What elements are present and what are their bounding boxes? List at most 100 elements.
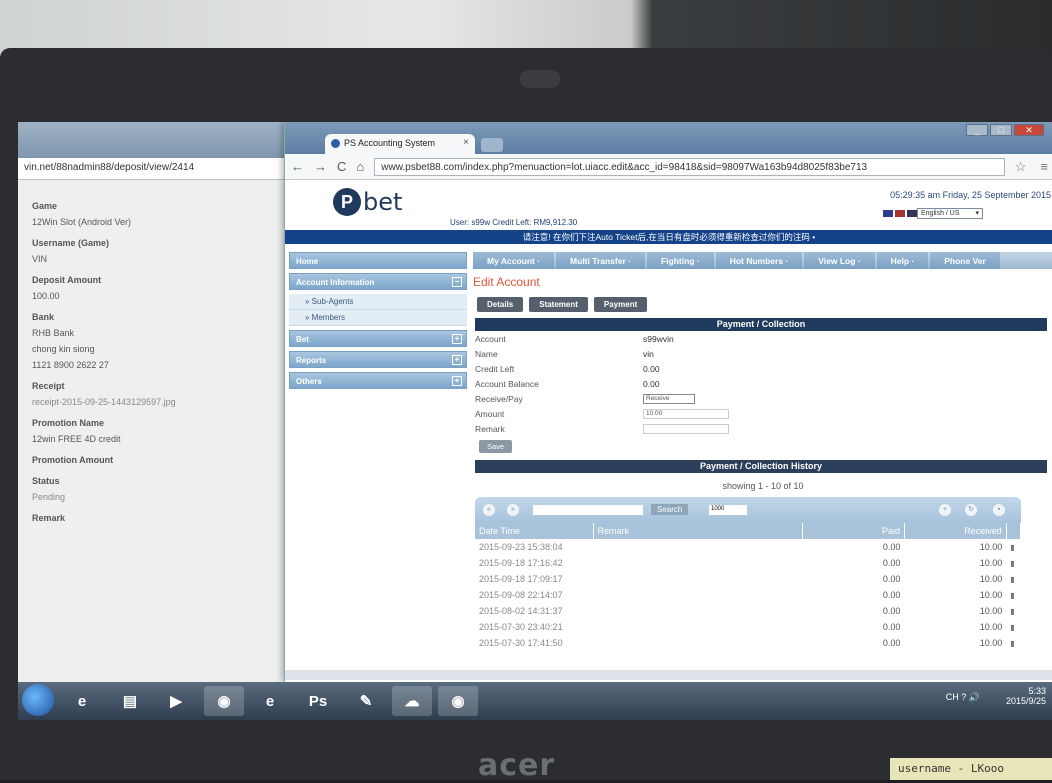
receipt-link[interactable]: receipt-2015-09-25-1443129597.jpg bbox=[32, 397, 287, 407]
table-row[interactable]: 2015-07-30 23:40:21 0.00 10.00 ▮ bbox=[475, 619, 1021, 635]
col-received[interactable]: Received bbox=[904, 523, 1007, 539]
expand-icon[interactable]: + bbox=[452, 376, 462, 386]
table-row[interactable]: 2015-09-18 17:09:17 0.00 10.00 ▮ bbox=[475, 571, 1021, 587]
menu-phone-ver[interactable]: Phone Ver bbox=[930, 252, 1000, 269]
back-icon[interactable]: ← bbox=[291, 159, 304, 174]
bookmark-star-icon[interactable]: ☆ bbox=[1015, 159, 1027, 175]
menu-my-account[interactable]: My Account · bbox=[473, 252, 555, 269]
reload-icon[interactable]: C bbox=[337, 159, 346, 174]
flag-icon[interactable] bbox=[895, 210, 905, 217]
table-row[interactable]: 2015-08-02 14:31:37 0.00 10.00 ▮ bbox=[475, 603, 1021, 619]
browser-tab[interactable]: PS Accounting System × bbox=[325, 134, 475, 154]
ie-icon[interactable]: e bbox=[250, 686, 290, 716]
wechat-icon[interactable]: ☁ bbox=[392, 686, 432, 716]
remark-input[interactable] bbox=[643, 423, 729, 434]
sidebar-item-label: Sub-Agents bbox=[311, 297, 354, 306]
minimize-button[interactable]: _ bbox=[966, 124, 988, 136]
credit-left-label: Credit Left bbox=[475, 363, 515, 374]
table-row[interactable]: 2015-07-30 17:41:50 0.00 10.00 ▮ bbox=[475, 635, 1021, 651]
flag-icon[interactable] bbox=[907, 210, 917, 217]
language-select[interactable]: English / US bbox=[917, 208, 983, 219]
expand-icon[interactable]: + bbox=[452, 355, 462, 365]
menu-view-log[interactable]: View Log · bbox=[804, 252, 875, 269]
delete-icon[interactable]: ▮ bbox=[1006, 539, 1020, 555]
flag-icon[interactable] bbox=[883, 210, 893, 217]
input-language[interactable]: CH bbox=[946, 692, 959, 702]
delete-icon[interactable]: ▮ bbox=[1006, 571, 1020, 587]
expand-icon[interactable]: + bbox=[452, 334, 462, 344]
row-received: 10.00 bbox=[979, 606, 1003, 616]
address-bar[interactable]: www.psbet88.com/index.php?menuaction=lot… bbox=[374, 157, 1005, 176]
field-value: RHB Bank bbox=[32, 328, 75, 338]
delete-icon[interactable]: ▮ bbox=[1006, 635, 1020, 651]
receive-pay-label: Receive/Pay bbox=[475, 393, 523, 404]
site-logo[interactable]: P bet bbox=[333, 188, 402, 216]
photoshop-icon[interactable]: Ps bbox=[298, 686, 338, 716]
prev-page-icon[interactable]: « bbox=[483, 504, 495, 516]
browser-window[interactable]: PS Accounting System × _ □ ✕ ← → C ⌂ www… bbox=[284, 122, 1052, 682]
tab-statement[interactable]: Statement bbox=[529, 297, 588, 312]
maximize-button[interactable]: □ bbox=[990, 124, 1012, 136]
close-button[interactable]: ✕ bbox=[1014, 124, 1044, 136]
clock[interactable]: 5:33 2015/9/25 bbox=[1006, 686, 1046, 706]
home-icon[interactable]: ⌂ bbox=[356, 159, 364, 174]
sidebar-account-info[interactable]: Account Information − bbox=[289, 273, 467, 290]
col-paid[interactable]: Paid bbox=[802, 523, 905, 539]
notes-icon[interactable]: ✎ bbox=[346, 686, 386, 716]
next-page-icon[interactable]: » bbox=[507, 504, 519, 516]
site-header: P bet User: s99w Credit Left: RM9,912.30… bbox=[285, 180, 1052, 230]
menu-fighting[interactable]: Fighting · bbox=[646, 252, 714, 269]
tab-payment[interactable]: Payment bbox=[593, 297, 648, 312]
save-button[interactable]: Save bbox=[479, 440, 513, 453]
menu-help[interactable]: Help · bbox=[876, 252, 929, 269]
collapse-icon[interactable]: − bbox=[452, 277, 462, 287]
grid-search-button[interactable]: Search bbox=[651, 504, 689, 515]
media-player-icon[interactable]: ▶ bbox=[156, 686, 196, 716]
sidebar-others[interactable]: Others + bbox=[289, 372, 467, 389]
deposit-window[interactable]: vin.net/88nadmin88/deposit/view/2414 Gam… bbox=[18, 122, 288, 682]
sidebar-home[interactable]: Home bbox=[289, 252, 467, 269]
logo-circle: P bbox=[333, 188, 361, 216]
sidebar-item-sub-agents[interactable]: » Sub-Agents bbox=[289, 294, 467, 310]
chrome-icon[interactable]: ◉ bbox=[438, 686, 478, 716]
page-size-select[interactable]: 1000 bbox=[709, 505, 747, 515]
save-icon[interactable]: ▪ bbox=[993, 504, 1005, 516]
help-icon[interactable]: ? bbox=[961, 692, 966, 702]
row-received: 10.00 bbox=[979, 542, 1003, 552]
start-button[interactable] bbox=[22, 684, 54, 716]
menu-multi-transfer[interactable]: Multi Transfer · bbox=[556, 252, 645, 269]
deposit-window-titlebar[interactable] bbox=[18, 122, 287, 158]
new-tab-button[interactable] bbox=[481, 138, 503, 152]
receive-pay-select[interactable]: Receive bbox=[643, 393, 695, 404]
sidebar-item-members[interactable]: » Members bbox=[289, 310, 467, 326]
chrome-icon[interactable]: ◉ bbox=[204, 686, 244, 716]
refresh-icon[interactable]: ↻ bbox=[965, 504, 977, 516]
sidebar-reports[interactable]: Reports + bbox=[289, 351, 467, 368]
menu-hot-numbers[interactable]: Hot Numbers · bbox=[715, 252, 803, 269]
delete-icon[interactable]: ▮ bbox=[1006, 587, 1020, 603]
ie-icon[interactable]: e bbox=[62, 686, 102, 716]
amount-input[interactable]: 10.00 bbox=[643, 408, 729, 419]
row-remark bbox=[593, 555, 803, 571]
browser-titlebar[interactable]: PS Accounting System × _ □ ✕ bbox=[285, 122, 1052, 154]
table-row[interactable]: 2015-09-08 22:14:07 0.00 10.00 ▮ bbox=[475, 587, 1021, 603]
table-row[interactable]: 2015-09-18 17:16:42 0.00 10.00 ▮ bbox=[475, 555, 1021, 571]
delete-icon[interactable]: ▮ bbox=[1006, 603, 1020, 619]
volume-icon[interactable]: 🔊 bbox=[969, 692, 980, 702]
col-datetime[interactable]: Date Time bbox=[475, 523, 594, 539]
add-icon[interactable]: + bbox=[939, 504, 951, 516]
tab-close-icon[interactable]: × bbox=[463, 137, 469, 148]
forward-icon[interactable]: → bbox=[314, 159, 327, 174]
tab-details[interactable]: Details bbox=[477, 297, 524, 312]
sidebar-bet[interactable]: Bet + bbox=[289, 330, 467, 347]
web-page: P bet User: s99w Credit Left: RM9,912.30… bbox=[285, 180, 1052, 682]
explorer-icon[interactable]: ▤ bbox=[110, 686, 150, 716]
table-row[interactable]: 2015-09-23 15:38:04 0.00 10.00 ▮ bbox=[475, 539, 1021, 555]
delete-icon[interactable]: ▮ bbox=[1006, 555, 1020, 571]
grid-search-input[interactable] bbox=[533, 505, 643, 515]
col-remark[interactable]: Remark bbox=[593, 523, 804, 539]
deposit-address-bar[interactable]: vin.net/88nadmin88/deposit/view/2414 bbox=[18, 158, 287, 180]
delete-icon[interactable]: ▮ bbox=[1006, 619, 1020, 635]
horizontal-scrollbar[interactable] bbox=[285, 670, 1052, 680]
menu-icon[interactable]: ≡ bbox=[1040, 159, 1048, 174]
